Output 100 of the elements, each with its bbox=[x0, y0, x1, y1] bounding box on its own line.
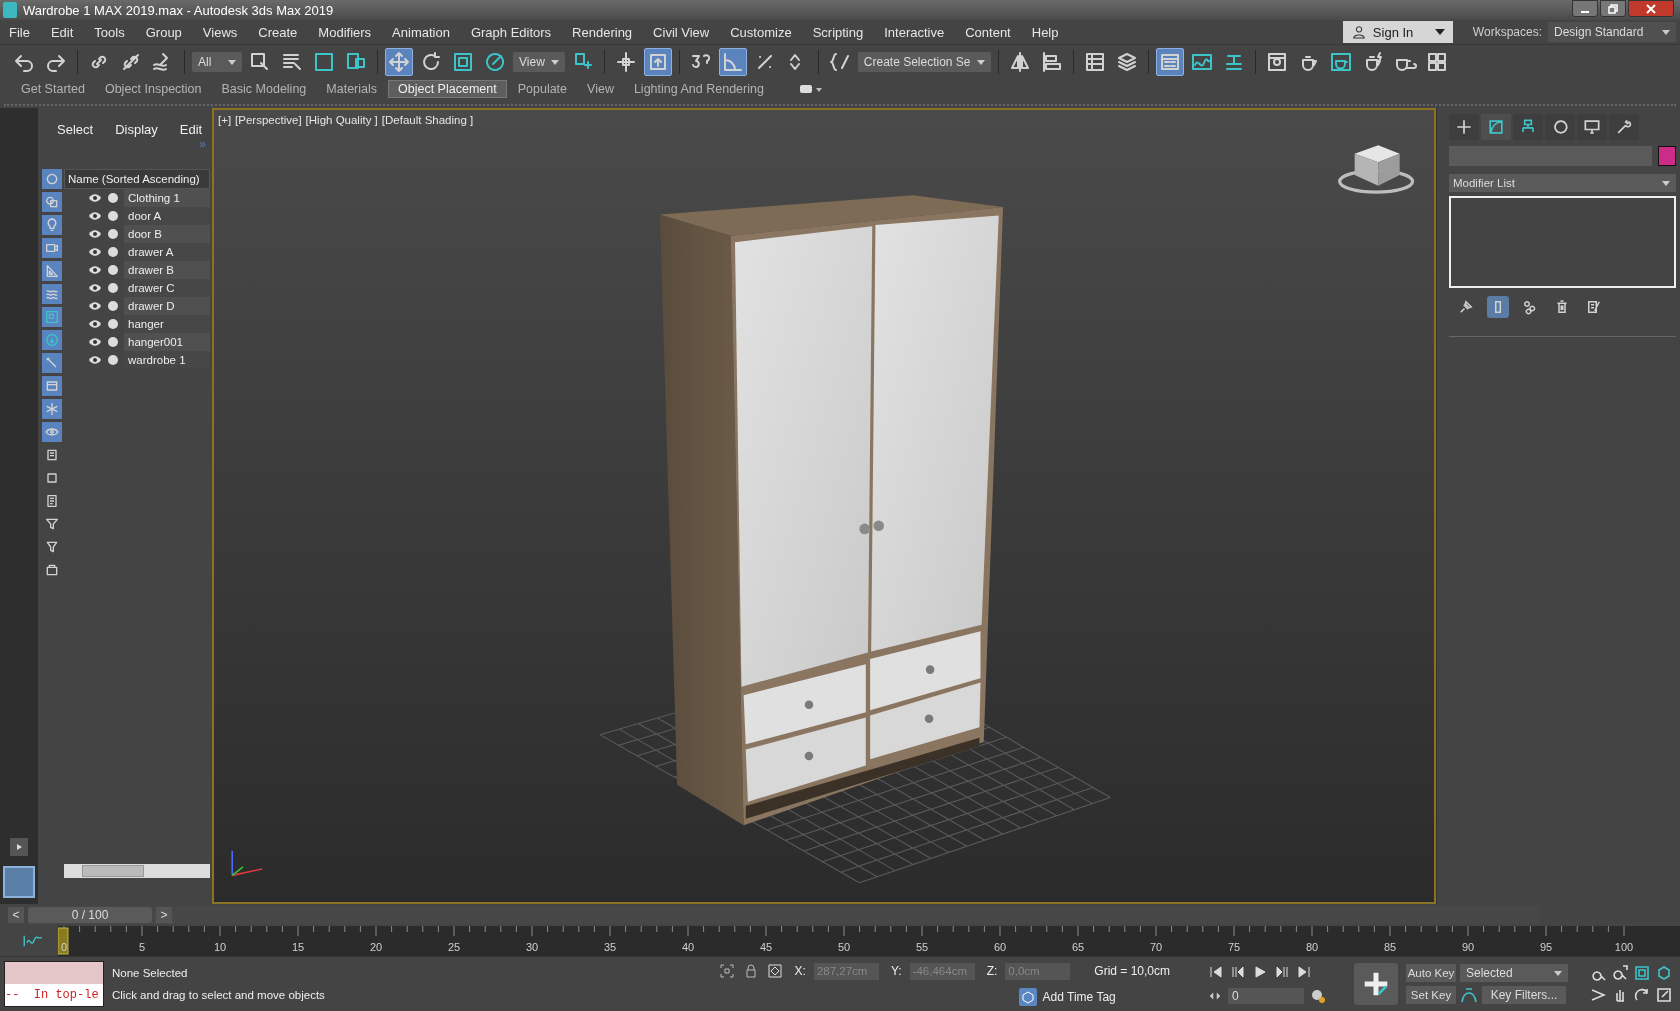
eye-icon[interactable] bbox=[88, 211, 102, 221]
play-icon[interactable] bbox=[10, 838, 28, 856]
menu-item[interactable]: Group bbox=[136, 24, 194, 40]
object-name[interactable]: drawer D bbox=[124, 297, 210, 315]
toolbar-dropdown[interactable]: View bbox=[513, 52, 565, 72]
key-mode-dropdown[interactable]: Selected bbox=[1460, 964, 1568, 982]
viewport-label[interactable]: [High Quality ] bbox=[305, 114, 378, 126]
object-name[interactable]: Clothing 1 bbox=[124, 189, 210, 207]
absolute-mode-icon[interactable] bbox=[766, 963, 783, 979]
menu-item[interactable]: Views bbox=[193, 24, 250, 40]
viewport-label[interactable]: [Default Shading ] bbox=[381, 114, 474, 126]
object-name[interactable]: hanger001 bbox=[124, 333, 210, 351]
eye-icon[interactable] bbox=[88, 229, 102, 239]
bone-icon[interactable] bbox=[42, 353, 62, 373]
eye-icon[interactable] bbox=[88, 265, 102, 275]
camera-icon[interactable] bbox=[42, 238, 62, 258]
eye-icon[interactable] bbox=[88, 301, 102, 311]
freeze-dot-icon[interactable] bbox=[108, 337, 118, 347]
object-name[interactable]: drawer B bbox=[124, 261, 210, 279]
angle-snap-icon[interactable] bbox=[718, 48, 747, 76]
field-of-view-icon[interactable] bbox=[1590, 987, 1606, 1003]
menu-item[interactable]: Scripting bbox=[803, 24, 876, 40]
ribbon-tab[interactable]: Object Placement bbox=[388, 80, 507, 98]
maxscript-input[interactable] bbox=[5, 962, 103, 984]
object-name[interactable]: door B bbox=[124, 225, 210, 243]
menu-item[interactable]: Create bbox=[249, 24, 310, 40]
previous-frame-button[interactable]: < bbox=[8, 907, 24, 923]
menu-item[interactable]: Tools bbox=[85, 24, 137, 40]
column-header[interactable]: Name (Sorted Ascending) bbox=[64, 169, 210, 189]
plus-icon[interactable] bbox=[1449, 114, 1479, 140]
auto-key-button[interactable]: Auto Key bbox=[1406, 964, 1456, 982]
ribbon-tab[interactable]: Object Inspection bbox=[95, 80, 211, 98]
hierarchy-icon[interactable] bbox=[1513, 114, 1543, 140]
menu-item[interactable]: Edit bbox=[41, 24, 86, 40]
set-keys-button[interactable] bbox=[1354, 963, 1398, 1005]
freeze-dot-icon[interactable] bbox=[108, 283, 118, 293]
time-tag-icon[interactable] bbox=[1018, 987, 1037, 1006]
freeze-dot-icon[interactable] bbox=[108, 229, 118, 239]
freeze-dot-icon[interactable] bbox=[108, 247, 118, 257]
play-icon[interactable] bbox=[1252, 964, 1268, 980]
modifier-list-dropdown[interactable]: Modifier List bbox=[1449, 174, 1676, 192]
set-key-button[interactable]: Set Key bbox=[1406, 986, 1456, 1004]
eye-icon[interactable] bbox=[88, 337, 102, 347]
workspaces-dropdown[interactable]: Design Standard bbox=[1548, 22, 1676, 42]
freeze-dot-icon[interactable] bbox=[108, 319, 118, 329]
menu-item[interactable]: Graph Editors bbox=[461, 24, 564, 40]
explorer-menu[interactable]: Display bbox=[115, 122, 158, 137]
freeze-dot-icon[interactable] bbox=[108, 355, 118, 365]
ribbon-tab[interactable]: Materials bbox=[317, 80, 386, 98]
curve-box-icon[interactable] bbox=[1481, 114, 1511, 140]
explorer-menu[interactable]: Select bbox=[57, 122, 94, 137]
menu-item[interactable]: Civil View bbox=[644, 24, 722, 40]
freeze-dot-icon[interactable] bbox=[108, 211, 118, 221]
eye-icon[interactable] bbox=[88, 355, 102, 365]
toolbar-dropdown[interactable]: Create Selection Se bbox=[857, 52, 991, 72]
menu-item[interactable]: Customize bbox=[721, 24, 804, 40]
scrollbar[interactable] bbox=[64, 864, 210, 878]
tangent-icon[interactable] bbox=[1460, 986, 1478, 1004]
next-key-icon[interactable] bbox=[1274, 964, 1290, 980]
wardrobe-drawing[interactable] bbox=[660, 195, 1004, 826]
time-marker[interactable] bbox=[58, 927, 69, 955]
orbit-icon[interactable] bbox=[1634, 987, 1650, 1003]
ribbon-icon[interactable] bbox=[1155, 48, 1184, 76]
ribbon-toggle-icon[interactable] bbox=[798, 83, 823, 95]
eye-icon[interactable] bbox=[88, 247, 102, 257]
zoom-all-icon[interactable] bbox=[1612, 965, 1628, 981]
current-frame-field[interactable]: 0 bbox=[1228, 988, 1304, 1004]
freeze-dot-icon[interactable] bbox=[108, 193, 118, 203]
freeze-dot-icon[interactable] bbox=[108, 301, 118, 311]
maxscript-output[interactable]: -- In top-le bbox=[5, 984, 103, 1006]
explorer-menu[interactable]: Edit bbox=[179, 122, 203, 137]
ribbon-tab[interactable]: Lighting And Rendering bbox=[624, 80, 773, 98]
sign-in-dropdown[interactable]: Sign In bbox=[1342, 21, 1453, 43]
minimize-icon[interactable] bbox=[1572, 0, 1598, 17]
menu-item[interactable]: Animation bbox=[383, 24, 462, 40]
ribbon-tab[interactable]: Populate bbox=[508, 80, 577, 98]
monitor-icon[interactable] bbox=[1577, 114, 1607, 140]
menu-item[interactable]: Content bbox=[956, 24, 1023, 40]
eye-icon[interactable] bbox=[88, 283, 102, 293]
light-bulb-icon[interactable] bbox=[42, 215, 62, 235]
keyboard-override-icon[interactable] bbox=[643, 48, 672, 76]
ribbon-tab[interactable]: Get Started bbox=[12, 80, 94, 98]
go-to-end-icon[interactable] bbox=[1296, 964, 1312, 980]
time-config-icon[interactable] bbox=[1310, 988, 1326, 1004]
isolate-icon[interactable] bbox=[718, 963, 735, 979]
close-icon[interactable] bbox=[1628, 0, 1674, 17]
menu-item[interactable]: Help bbox=[1022, 24, 1071, 40]
ribbon-tab[interactable]: Basic Modeling bbox=[212, 80, 316, 98]
menu-item[interactable]: Modifiers bbox=[309, 24, 384, 40]
restore-icon[interactable] bbox=[1600, 0, 1626, 17]
maximize-viewport-icon[interactable] bbox=[1656, 987, 1672, 1003]
freeze-dot-icon[interactable] bbox=[108, 265, 118, 275]
menu-item[interactable]: Rendering bbox=[563, 24, 645, 40]
modifier-stack[interactable] bbox=[1449, 196, 1676, 288]
next-frame-button[interactable]: > bbox=[156, 907, 172, 923]
toolbar-dropdown[interactable]: All bbox=[192, 52, 242, 72]
eye-icon[interactable] bbox=[88, 193, 102, 203]
wrench-icon[interactable] bbox=[1609, 114, 1639, 140]
zoom-extents-all-icon[interactable] bbox=[1656, 965, 1672, 981]
menu-item[interactable]: File bbox=[0, 24, 42, 40]
